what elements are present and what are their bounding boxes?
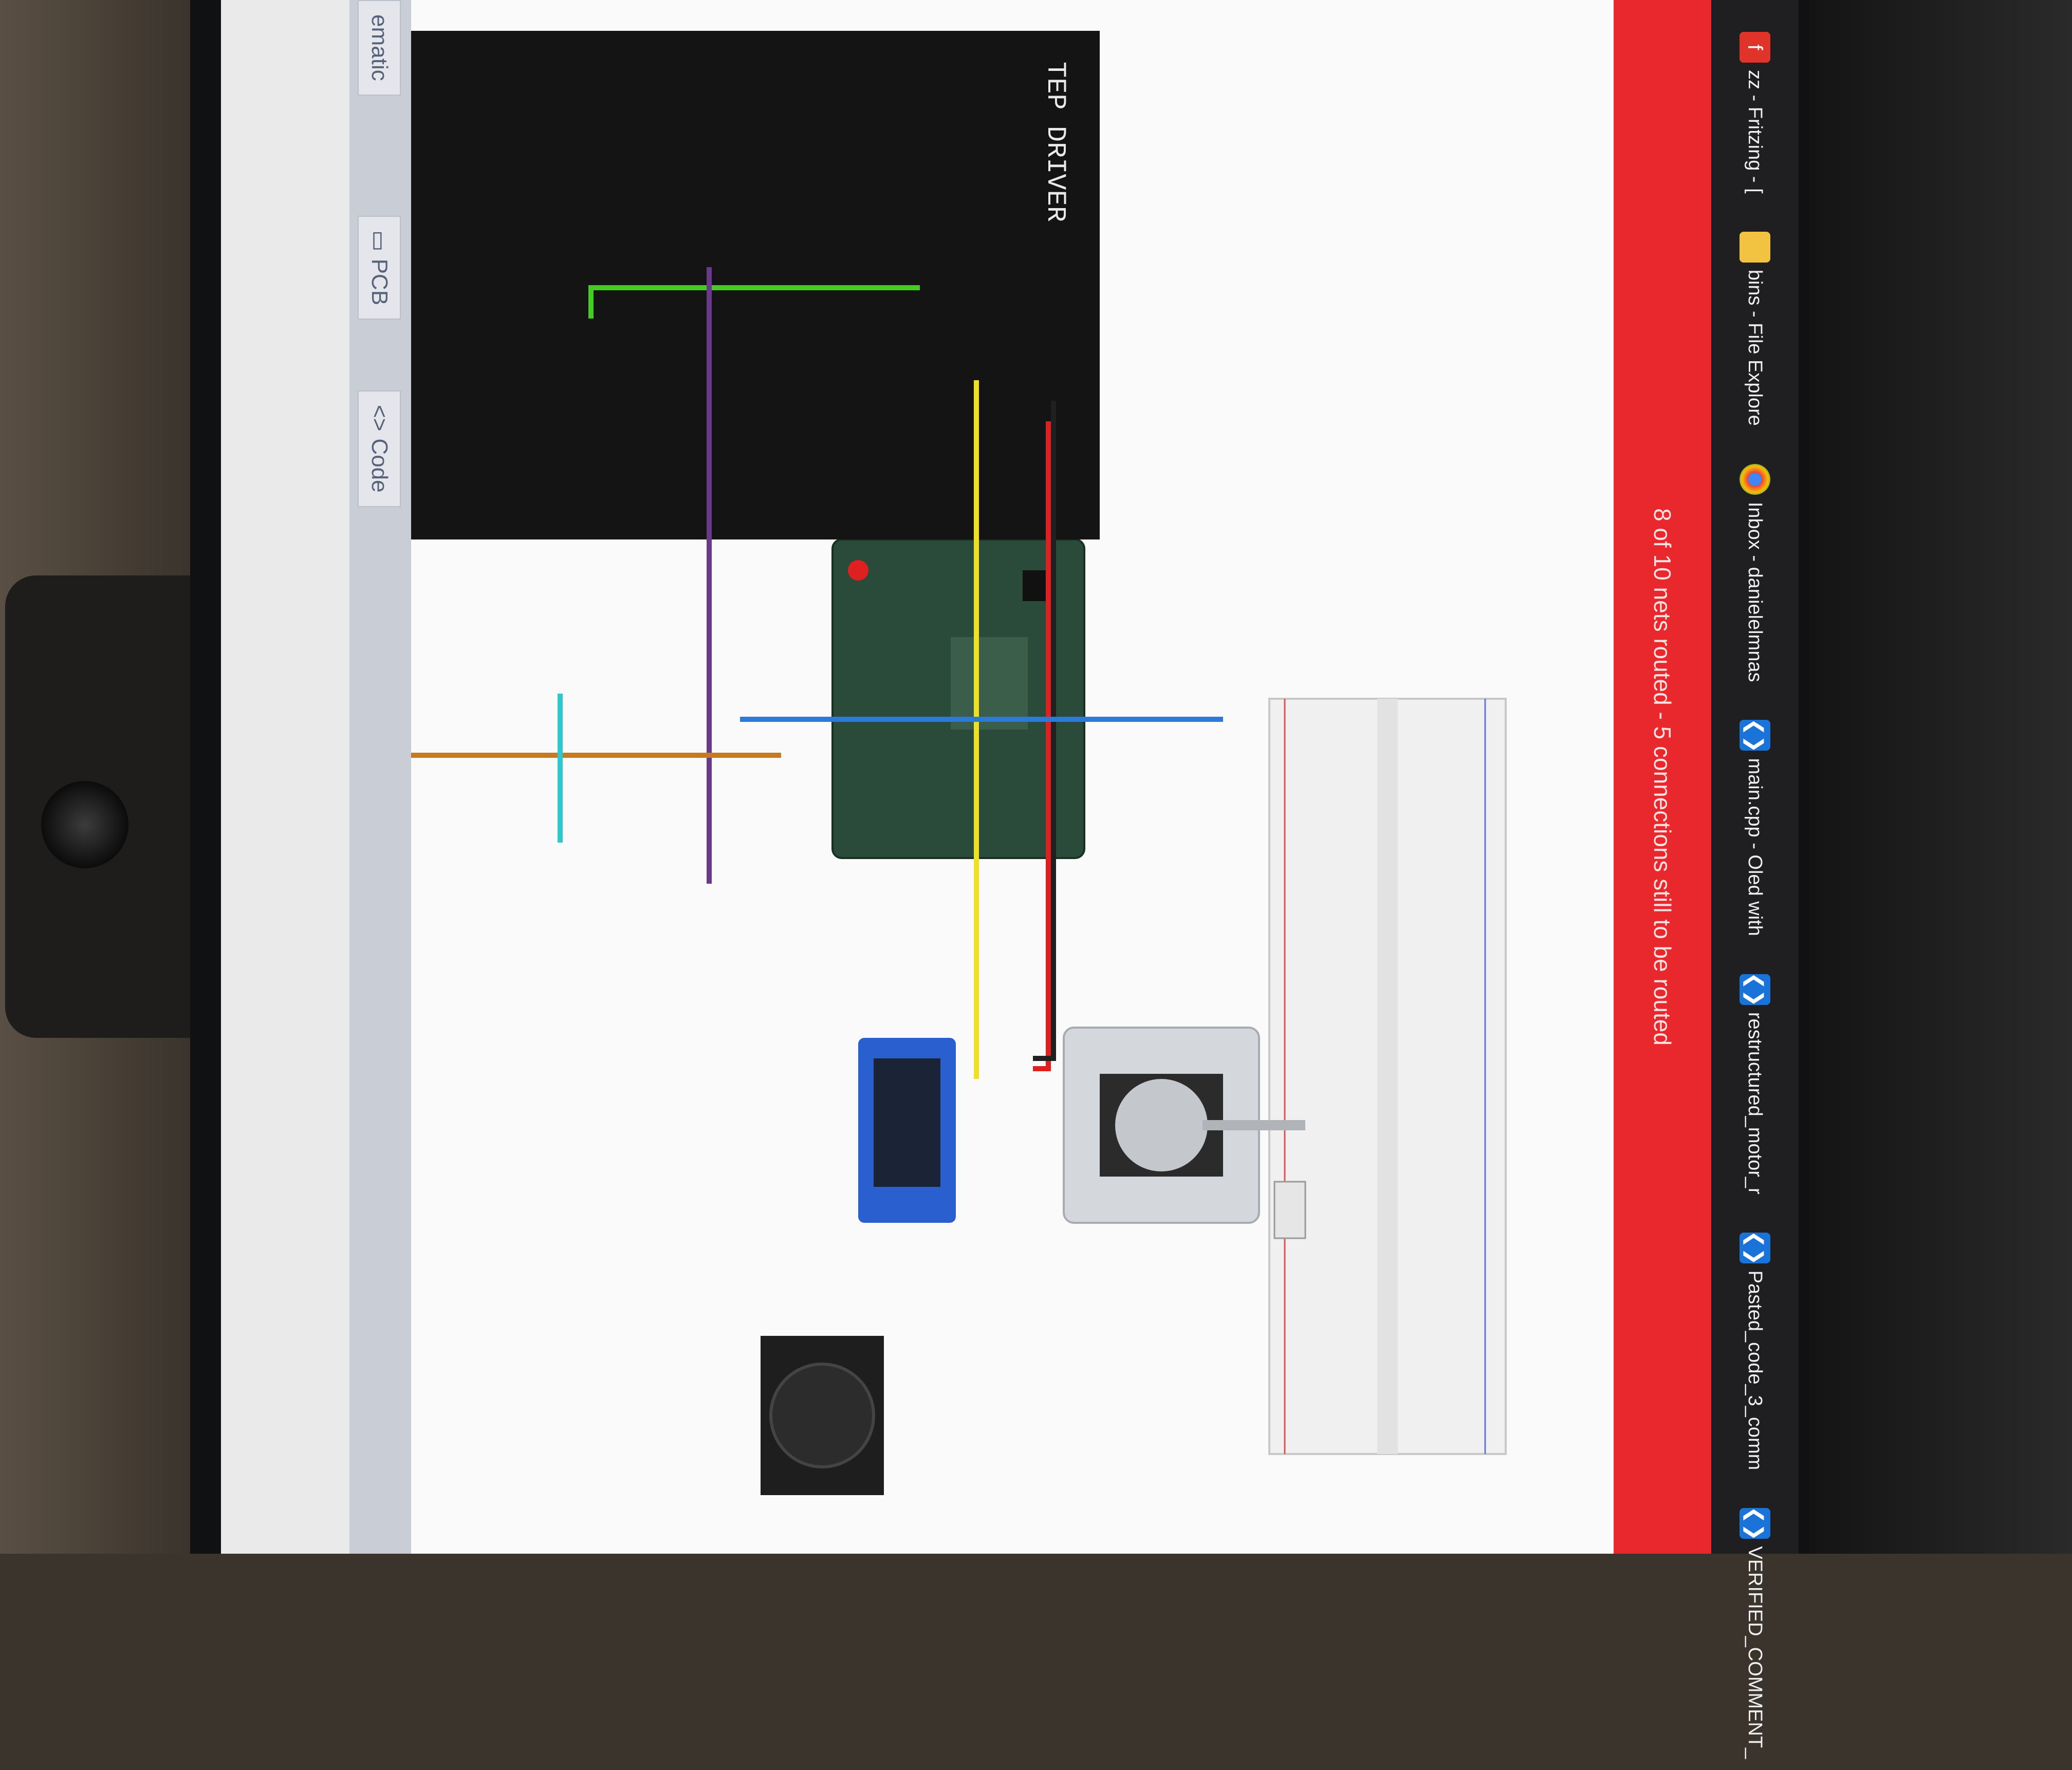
tab-schematic[interactable]: ematic (358, 0, 401, 96)
vscode-icon: ❮❯ (1740, 972, 1770, 1007)
taskbar-label: restructured_motor_r (1744, 1012, 1766, 1195)
vscode-icon: ❮❯ (1740, 1506, 1770, 1541)
fritzing-icon: f (1740, 32, 1770, 63)
circuit-diagram: TEP DRIVER (329, 31, 1507, 1495)
routing-status-text: 8 of 10 nets routed - 5 connections stil… (1649, 508, 1676, 1046)
pcb-icon: ▭ (366, 230, 392, 252)
fritzing-window: f zz - Fritzing - [ bins - File Explore … (221, 0, 1799, 1759)
view-tabbar: ematic ▭ PCB <> Code (349, 0, 411, 1554)
taskbar-item-chrome[interactable]: Inbox - danielelmnas (1724, 453, 1786, 694)
chrome-icon (1740, 463, 1770, 495)
oled-display[interactable] (858, 1038, 956, 1223)
routing-status-bar: 8 of 10 nets routed - 5 connections stil… (1614, 0, 1711, 1554)
tab-pcb[interactable]: ▭ PCB (358, 216, 401, 320)
code-icon: <> (367, 405, 392, 432)
taskbar-label: main.cpp - Oled with (1744, 758, 1766, 936)
breadboard[interactable] (1268, 698, 1507, 1455)
taskbar-item-vscode-3[interactable]: ❮❯ Pasted_code_3_comm (1724, 1221, 1786, 1482)
taskbar-label: bins - File Explore (1744, 269, 1766, 426)
taskbar-item-vscode-2[interactable]: ❮❯ restructured_motor_r (1724, 963, 1786, 1206)
taskbar-item-vscode-4[interactable]: ❮❯ VERIFIED_COMMENT_ (1724, 1497, 1786, 1770)
driver-title: TEP DRIVER (1040, 62, 1070, 222)
screen-content: f zz - Fritzing - [ bins - File Explore … (221, 0, 1799, 1759)
breadboard-canvas[interactable]: TEP DRIVER (329, 0, 1614, 1554)
tab-schematic-label: ematic (367, 14, 392, 81)
taskbar-label: Pasted_code_3_comm (1744, 1270, 1766, 1470)
vscode-icon: ❮❯ (1740, 718, 1770, 753)
vscode-icon: ❮❯ (1740, 1231, 1770, 1265)
webcam-lens (41, 781, 128, 868)
webcam (5, 575, 221, 1038)
folder-icon (1740, 231, 1770, 263)
left-panel-gutter (221, 0, 349, 1554)
joystick-module[interactable] (761, 1336, 884, 1495)
taskbar: f zz - Fritzing - [ bins - File Explore … (1711, 0, 1799, 1759)
taskbar-label: Inbox - danielelmnas (1744, 501, 1766, 682)
taskbar-item-file-explorer[interactable]: bins - File Explore (1724, 220, 1786, 437)
taskbar-label: zz - Fritzing - [ (1744, 70, 1766, 194)
tab-code[interactable]: <> Code (358, 390, 401, 507)
tab-pcb-label: PCB (367, 258, 392, 306)
taskbar-item-fritzing[interactable]: f zz - Fritzing - [ (1724, 21, 1786, 205)
taskbar-label: VERIFIED_COMMENT_ (1744, 1546, 1766, 1759)
taskbar-item-vscode-1[interactable]: ❮❯ main.cpp - Oled with (1724, 709, 1786, 947)
tab-code-label: Code (367, 438, 392, 493)
background-right (1809, 0, 2072, 1554)
